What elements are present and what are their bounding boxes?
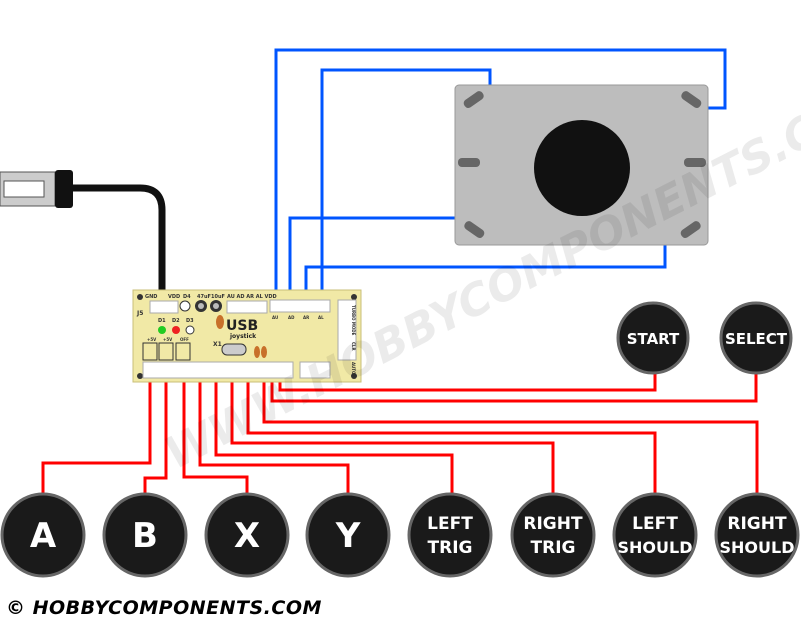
button-body (714, 492, 800, 578)
wire-ar (288, 216, 458, 300)
select-label: SELECT (725, 330, 788, 348)
button-label: LEFT (632, 514, 678, 534)
pcb-label-d4: D4 (183, 294, 191, 300)
jumper-label-2: +5V (163, 337, 173, 342)
led-red (172, 326, 180, 334)
jumper-label-3: OFF (180, 337, 189, 342)
side-label-turbo: TURBO MODE (351, 305, 356, 336)
button-b[interactable]: B (102, 492, 188, 578)
led-green (158, 326, 166, 334)
button-body (612, 492, 698, 578)
pcb-label-x1: X1 (213, 341, 222, 348)
jumper-label-1: +5V (147, 337, 157, 342)
button-label: LEFT (427, 514, 473, 534)
button-label: X (234, 516, 260, 556)
button-label: B (132, 516, 158, 556)
button-body (510, 492, 596, 578)
pcb-label-header: AU AD AR AL VDD (227, 294, 277, 300)
pcb-label-j5: J5 (136, 310, 143, 317)
dir-label-ar: AR (303, 315, 309, 320)
dir-label-ad: AD (288, 315, 295, 320)
pcb-label-d3: D3 (186, 318, 194, 324)
pcb-label-vdd: VDD (168, 294, 180, 300)
action-buttons: A B X Y LEFT TRIG RIGHT TRIG LEFT SHOULD RIGHT SHOU… (0, 492, 800, 578)
button-label: TRIG (428, 538, 473, 558)
wiring-diagram: GND VDD D4 47uF 10uF AU AD AR AL VDD J5 … (0, 0, 801, 619)
button-label: RIGHT (523, 514, 583, 534)
button-wires (41, 372, 759, 495)
dir-label-al: AL (318, 315, 324, 320)
footer-copyright: © HOBBYCOMPONENTS.COM (6, 597, 322, 619)
pcb-label-10uf: 10uF (211, 294, 225, 300)
pcb-label-d1: D1 (158, 318, 166, 324)
pcb-label-gnd: GND (145, 294, 157, 300)
button-right-trig[interactable]: RIGHT TRIG (510, 492, 596, 578)
pcb-subtitle: joystick (229, 333, 257, 340)
usb-cable (0, 170, 166, 292)
button-left-should[interactable]: LEFT SHOULD (612, 492, 698, 578)
start-button[interactable]: START (616, 301, 690, 375)
pcb-title: USB (226, 318, 258, 334)
pcb-label-d2: D2 (172, 318, 180, 324)
button-y[interactable]: Y (305, 492, 391, 578)
button-label: RIGHT (727, 514, 787, 534)
button-left-trig[interactable]: LEFT TRIG (407, 492, 493, 578)
button-x[interactable]: X (204, 492, 290, 578)
pcb-label-47uf: 47uF (197, 294, 211, 300)
button-label: SHOULD (618, 538, 693, 557)
button-a[interactable]: A (0, 492, 86, 578)
button-label: TRIG (531, 538, 576, 558)
start-label: START (627, 330, 680, 348)
dir-label-au: AU (272, 315, 278, 320)
button-label: Y (335, 516, 361, 556)
button-right-should[interactable]: RIGHT SHOULD (714, 492, 800, 578)
button-label: A (30, 516, 57, 556)
button-body (407, 492, 493, 578)
select-button[interactable]: SELECT (719, 301, 793, 375)
button-label: SHOULD (720, 538, 795, 557)
diagram-canvas: GND VDD D4 47uF 10uF AU AD AR AL VDD J5 … (0, 48, 801, 578)
